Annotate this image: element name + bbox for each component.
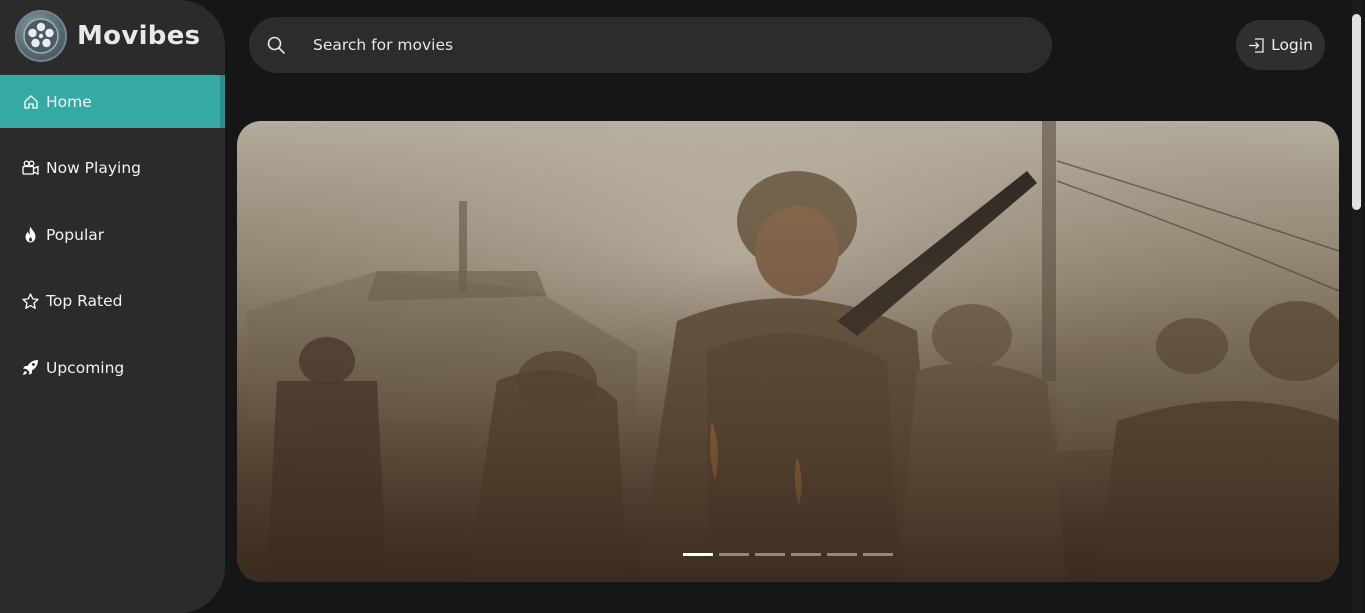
- sidebar-item-upcoming[interactable]: Upcoming: [0, 341, 225, 394]
- carousel-dot[interactable]: [791, 553, 821, 556]
- app-title: Movibes: [77, 21, 201, 51]
- search-bar: [249, 17, 1052, 73]
- sidebar-item-label: Upcoming: [46, 358, 125, 377]
- rocket-icon: [22, 359, 39, 376]
- hero-image: [237, 121, 1339, 582]
- camera-icon: [22, 160, 39, 177]
- sidebar-nav: Home Now Playing Popular Top Rated Upcom…: [0, 75, 225, 408]
- login-icon: [1249, 37, 1264, 53]
- login-label: Login: [1271, 36, 1313, 54]
- carousel-dot[interactable]: [827, 553, 857, 556]
- sidebar-item-label: Now Playing: [46, 159, 141, 177]
- sidebar-item-now-playing[interactable]: Now Playing: [0, 142, 225, 195]
- login-button[interactable]: Login: [1236, 20, 1325, 70]
- fire-icon: [22, 226, 39, 243]
- sidebar-item-home[interactable]: Home: [0, 75, 225, 128]
- sidebar-item-label: Home: [46, 92, 92, 111]
- home-icon: [22, 93, 39, 110]
- app-root: Movibes Home Now Playing Popular Top Rat…: [0, 0, 1365, 613]
- scrollbar-thumb[interactable]: [1352, 14, 1361, 210]
- carousel-dot[interactable]: [863, 553, 893, 556]
- sidebar-item-label: Top Rated: [46, 292, 123, 310]
- carousel-dot[interactable]: [755, 553, 785, 556]
- sidebar-item-label: Popular: [46, 225, 105, 244]
- hero-banner[interactable]: [237, 121, 1339, 582]
- sidebar: Movibes Home Now Playing Popular Top Rat…: [0, 0, 225, 613]
- search-icon[interactable]: [266, 35, 286, 55]
- search-input[interactable]: [311, 35, 995, 55]
- carousel-dot[interactable]: [719, 553, 749, 556]
- film-reel-logo-icon: [15, 10, 67, 62]
- carousel-dot[interactable]: [683, 553, 713, 556]
- brand[interactable]: Movibes: [15, 9, 200, 63]
- carousel-indicators: [683, 553, 899, 556]
- sidebar-item-top-rated[interactable]: Top Rated: [0, 275, 225, 328]
- star-icon: [22, 292, 39, 310]
- sidebar-item-popular[interactable]: Popular: [0, 208, 225, 261]
